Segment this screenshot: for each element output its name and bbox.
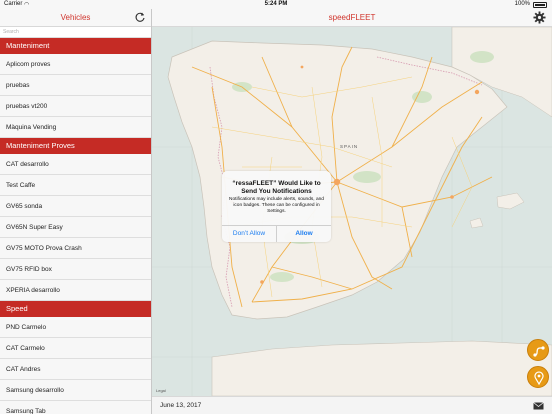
route-icon [533, 346, 545, 357]
legal-link[interactable]: Legal [156, 388, 166, 393]
dialog-title: “ressaFLEET” Would Like to Send You Noti… [232, 180, 321, 195]
list-item[interactable]: Aplicom proves [0, 54, 151, 75]
list-item[interactable]: GV65 sonda [0, 196, 151, 217]
sidebar-title: Vehicles [60, 13, 91, 22]
list-item[interactable]: Samsung desarrollo [0, 380, 151, 401]
list-item[interactable]: CAT desarrollo [0, 154, 151, 175]
list-item[interactable]: Màquina Vending [0, 117, 151, 138]
list-item[interactable]: XPERIA desarrollo [0, 280, 151, 301]
location-button[interactable] [527, 366, 549, 388]
dialog-message: Notifications may include alerts, sounds… [229, 197, 324, 214]
mail-icon[interactable] [533, 402, 544, 410]
map-canvas [152, 27, 552, 396]
notification-permission-dialog: “ressaFLEET” Would Like to Send You Noti… [222, 171, 331, 242]
list-item[interactable]: CAT Andres [0, 359, 151, 380]
country-label: SPAIN [340, 144, 359, 149]
app-title: speedFLEET [328, 13, 376, 22]
date-label: June 13, 2017 [160, 402, 202, 409]
list-item[interactable]: GV65N Super Easy [0, 217, 151, 238]
list-item[interactable]: GV75 MOTO Prova Crash [0, 238, 151, 259]
map-header: speedFLEET [152, 9, 552, 27]
section-header: Speed [0, 301, 151, 317]
status-bar: Carrier ◠ 5:24 PM 100% [0, 0, 552, 9]
battery-percent: 100% [514, 1, 530, 7]
allow-button[interactable]: Allow [277, 226, 331, 242]
list-item[interactable]: GV75 RFID box [0, 259, 151, 280]
list-item[interactable]: CAT Carmelo [0, 338, 151, 359]
location-pin-icon [534, 371, 544, 386]
vehicle-sidebar: Vehicles Search Manteniment Aplicom prov… [0, 9, 152, 414]
list-item[interactable]: Test Caffe [0, 175, 151, 196]
map-view[interactable]: SPAIN Legal [152, 27, 552, 396]
refresh-icon[interactable] [134, 11, 146, 23]
gear-icon[interactable] [533, 11, 546, 24]
section-header: Manteniment [0, 38, 151, 54]
list-item[interactable]: PND Carmelo [0, 317, 151, 338]
dont-allow-button[interactable]: Don’t Allow [222, 226, 277, 242]
section-header: Manteniment Proves [0, 138, 151, 154]
list-item[interactable]: Samsung Tab [0, 401, 151, 414]
battery-icon [533, 2, 547, 8]
bottom-toolbar: June 13, 2017 [152, 396, 552, 414]
dialog-actions: Don’t Allow Allow [222, 225, 331, 242]
list-item[interactable]: pruebas [0, 75, 151, 96]
route-button[interactable] [527, 339, 549, 361]
sidebar-header: Vehicles [0, 9, 151, 27]
list-item[interactable]: pruebas vt200 [0, 96, 151, 117]
status-time: 5:24 PM [264, 1, 288, 7]
search-input[interactable]: Search [0, 27, 151, 38]
